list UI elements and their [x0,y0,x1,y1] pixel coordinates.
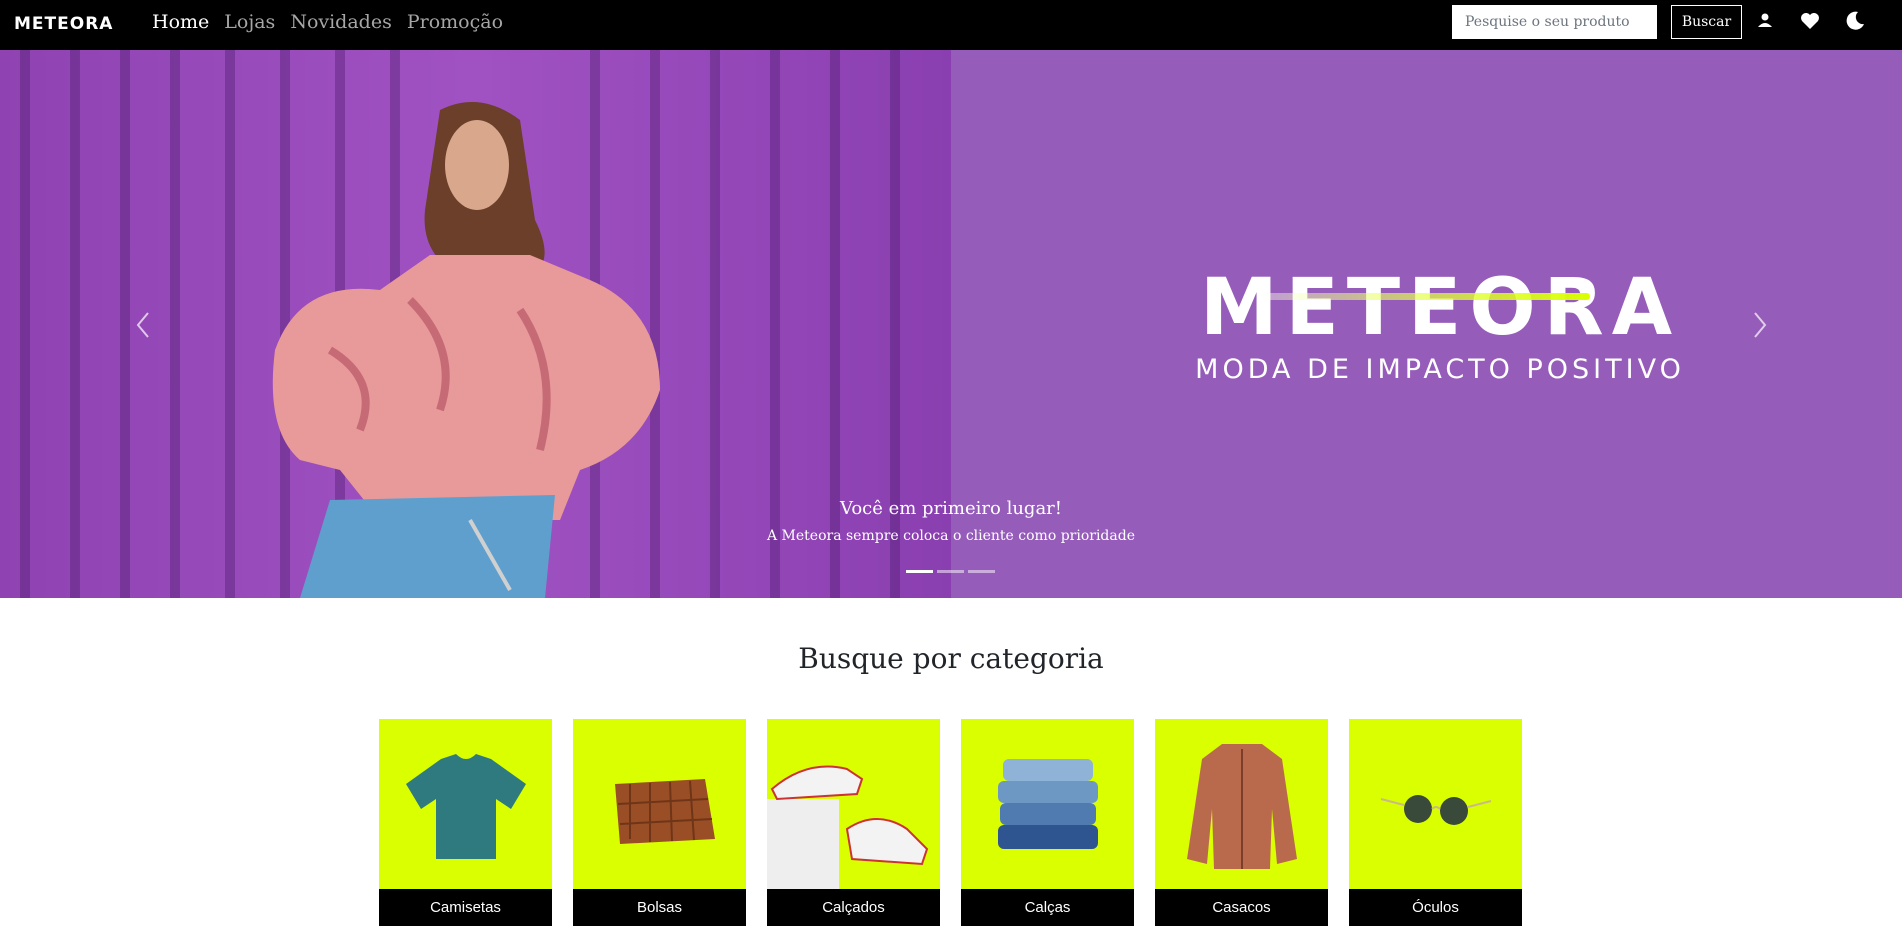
hero-carousel: METEORA MODA DE IMPACTO POSITIVO Você em… [0,50,1902,598]
carousel-indicator-2[interactable] [937,570,964,573]
category-label: Camisetas [379,889,552,926]
brand-logo[interactable]: METEORA [14,14,113,33]
category-label: Bolsas [573,889,746,926]
category-label: Óculos [1349,889,1522,926]
carousel-indicators [906,570,995,573]
chevron-right-icon [1754,312,1767,338]
category-card-calcas[interactable]: Calças [961,719,1134,926]
nav-link-lojas[interactable]: Lojas [224,10,275,34]
nav-link-home[interactable]: Home [152,10,209,34]
carousel-caption-text: A Meteora sempre coloca o cliente como p… [766,528,1135,544]
logo-text: METEORA [14,14,114,34]
chevron-left-icon [136,312,149,338]
navbar: METEORA Home Lojas Novidades Promoção Bu… [0,0,1902,50]
brand-accent-line [1260,293,1590,300]
categories-title: Busque por categoria [798,642,1104,675]
search-input[interactable] [1452,5,1657,39]
category-label: Calçados [767,889,940,926]
jeans-image [961,719,1134,889]
bag-image [573,719,746,889]
brand-banner: METEORA MODA DE IMPACTO POSITIVO [1170,268,1710,385]
carousel-indicator-3[interactable] [968,570,995,573]
user-icon[interactable] [1753,9,1777,33]
jacket-image [1155,719,1328,889]
search-button[interactable]: Buscar [1671,5,1742,39]
heart-icon[interactable] [1798,9,1822,33]
nav-links: Home Lojas Novidades Promoção [152,10,503,34]
nav-link-promocao[interactable]: Promoção [407,10,503,34]
banner-tagline: MODA DE IMPACTO POSITIVO [1195,354,1685,385]
sunglasses-image [1349,719,1522,889]
category-cards: Camisetas Bolsas Calçados Calças Casacos… [379,719,1522,926]
tshirt-image [379,719,552,889]
carousel-caption-title: Você em primeiro lugar! [839,498,1063,519]
carousel-next-button[interactable] [1745,305,1775,345]
category-card-bolsas[interactable]: Bolsas [573,719,746,926]
moon-icon[interactable] [1843,9,1867,33]
nav-link-novidades[interactable]: Novidades [290,10,392,34]
carousel-prev-button[interactable] [128,305,158,345]
category-card-calcados[interactable]: Calçados [767,719,940,926]
banner-brand-name: METEORA [1199,263,1681,353]
sneakers-image [767,719,940,889]
category-card-casacos[interactable]: Casacos [1155,719,1328,926]
category-label: Casacos [1155,889,1328,926]
category-card-oculos[interactable]: Óculos [1349,719,1522,926]
category-label: Calças [961,889,1134,926]
category-card-camisetas[interactable]: Camisetas [379,719,552,926]
carousel-indicator-1[interactable] [906,570,933,573]
